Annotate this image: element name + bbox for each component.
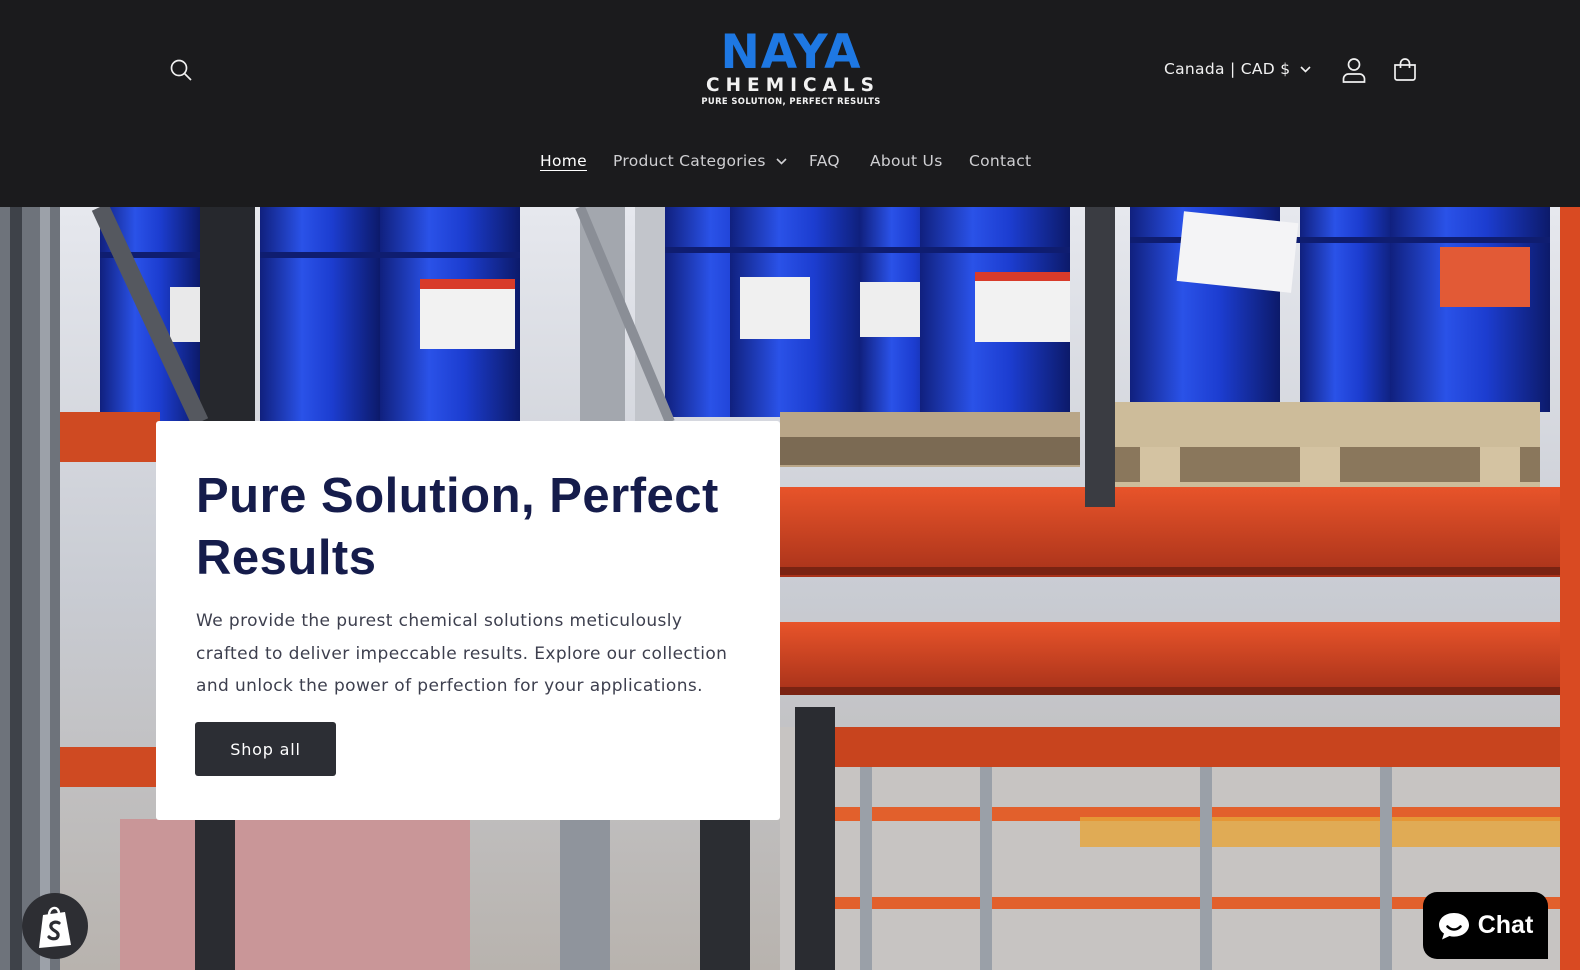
hero-banner: Pure Solution, Perfect Results We provid…	[0, 207, 1580, 970]
site-header: NAYA CHEMICALS PURE SOLUTION, PERFECT RE…	[0, 0, 1580, 207]
nav-item-label: About Us	[870, 152, 943, 170]
cart-button[interactable]	[1385, 50, 1425, 90]
account-button[interactable]	[1334, 50, 1374, 90]
search-button[interactable]	[161, 50, 201, 90]
hero-content-card: Pure Solution, Perfect Results We provid…	[156, 421, 780, 820]
chat-button[interactable]: Chat	[1423, 892, 1548, 959]
chat-bubble-icon	[1438, 912, 1469, 939]
hero-title: Pure Solution, Perfect Results	[196, 469, 719, 585]
user-icon	[1342, 58, 1366, 83]
nav-item-about-us[interactable]: About Us	[870, 146, 943, 176]
chevron-down-icon	[1300, 65, 1311, 73]
logo-tagline: PURE SOLUTION, PERFECT RESULTS	[701, 96, 881, 106]
nav-item-label: Contact	[969, 152, 1032, 170]
nav-item-label: Product Categories	[613, 152, 766, 170]
chat-label: Chat	[1477, 911, 1534, 939]
shop-all-label: Shop all	[230, 739, 301, 759]
shop-all-button[interactable]: Shop all	[195, 722, 336, 776]
nav-item-contact[interactable]: Contact	[969, 146, 1031, 176]
logo-wordmark-chemicals: CHEMICALS	[706, 75, 880, 96]
country-currency-selector[interactable]: Canada | CAD $	[1164, 56, 1311, 82]
currency-label: Canada | CAD $	[1164, 60, 1291, 78]
cart-icon	[1394, 58, 1416, 81]
nav-item-label: Home	[540, 152, 587, 170]
nav-item-faq[interactable]: FAQ	[809, 146, 840, 176]
search-icon	[170, 59, 192, 81]
nav-item-product-categories[interactable]: Product Categories	[613, 146, 787, 176]
main-navigation: Home Product Categories FAQ About Us Con…	[0, 146, 1580, 176]
nav-item-label: FAQ	[809, 152, 840, 170]
shopify-bag-icon	[39, 906, 71, 948]
shopify-badge[interactable]	[22, 893, 88, 959]
nav-item-home[interactable]: Home	[540, 146, 587, 176]
site-logo[interactable]: NAYA CHEMICALS PURE SOLUTION, PERFECT RE…	[700, 25, 882, 112]
hero-description: We provide the purest chemical solutions…	[196, 611, 728, 696]
logo-wordmark-naya: NAYA	[720, 25, 862, 80]
chevron-down-icon	[776, 157, 787, 165]
